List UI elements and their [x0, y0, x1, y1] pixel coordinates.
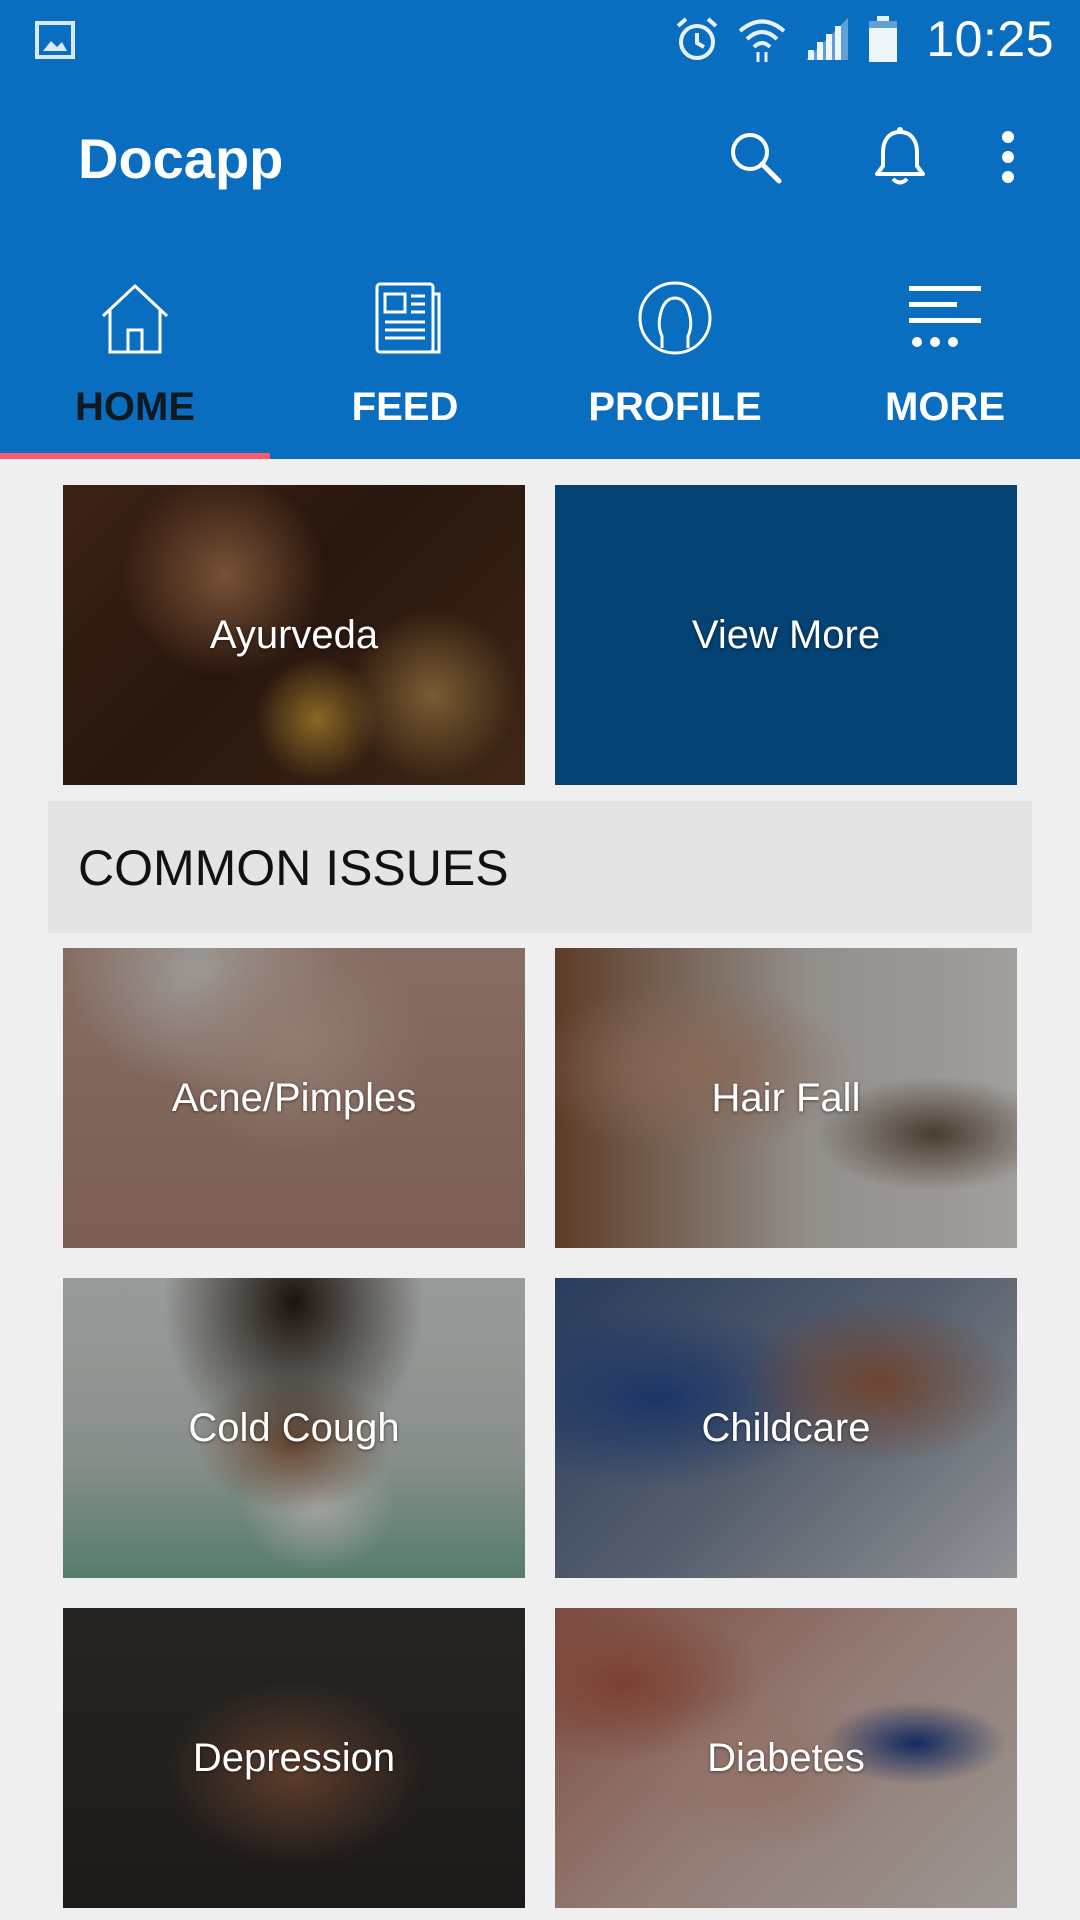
- tile-hair-fall[interactable]: Hair Fall: [555, 948, 1017, 1248]
- tab-home[interactable]: HOME: [0, 243, 270, 459]
- tab-feed[interactable]: FEED: [270, 243, 540, 459]
- view-more-button[interactable]: View More: [555, 485, 1017, 785]
- tile-childcare[interactable]: Childcare: [555, 1278, 1017, 1578]
- search-button[interactable]: [720, 122, 790, 192]
- tab-more[interactable]: MORE: [810, 243, 1080, 459]
- tile-label: Acne/Pimples: [171, 1075, 417, 1120]
- bell-icon: [875, 127, 925, 185]
- status-bar: 10:25: [0, 0, 1080, 78]
- gallery-icon: [34, 20, 76, 60]
- more-icon: [900, 273, 990, 363]
- tile-label: Childcare: [701, 1405, 871, 1450]
- tab-profile[interactable]: PROFILE: [540, 243, 810, 459]
- tile-cold-cough[interactable]: Cold Cough: [63, 1278, 525, 1578]
- person-icon: [630, 273, 720, 363]
- wifi-icon: [739, 19, 786, 62]
- search-icon: [731, 133, 782, 184]
- status-icons: 10:25: [672, 10, 1054, 68]
- signal-icon: [806, 18, 849, 60]
- section-title: COMMON ISSUES: [78, 840, 509, 896]
- tile-depression[interactable]: Depression: [63, 1608, 525, 1908]
- tile-diabetes[interactable]: Diabetes: [555, 1608, 1017, 1908]
- home-content: Ayurveda View More COMMON ISSUES Acne/Pi…: [0, 459, 1080, 1920]
- battery-icon: [869, 16, 898, 62]
- tab-profile-label: PROFILE: [588, 385, 762, 429]
- tile-label: Hair Fall: [711, 1075, 861, 1120]
- tile-label: Cold Cough: [188, 1405, 400, 1450]
- tile-label: Depression: [192, 1735, 396, 1780]
- overflow-menu-button[interactable]: [973, 122, 1043, 192]
- app-bar: Docapp: [0, 78, 1080, 243]
- tab-home-label: HOME: [75, 385, 195, 429]
- notifications-button[interactable]: [865, 122, 935, 192]
- tab-feed-label: FEED: [351, 385, 459, 429]
- newspaper-icon: [360, 273, 450, 363]
- tile-ayurveda[interactable]: Ayurveda: [63, 485, 525, 785]
- tile-label: View More: [691, 612, 881, 657]
- overflow-menu-icon: [1002, 131, 1014, 183]
- alarm-icon: [677, 17, 718, 60]
- tile-label: Diabetes: [707, 1735, 865, 1780]
- status-time: 10:25: [926, 11, 1054, 67]
- tile-acne-pimples[interactable]: Acne/Pimples: [63, 948, 525, 1248]
- home-icon: [90, 273, 180, 363]
- app-title: Docapp: [78, 127, 284, 190]
- tile-label: Ayurveda: [209, 612, 379, 657]
- tab-bar: HOME FEED PROFILE MORE: [0, 243, 1080, 459]
- section-header: COMMON ISSUES: [48, 801, 1032, 933]
- tab-more-label: MORE: [885, 385, 1005, 429]
